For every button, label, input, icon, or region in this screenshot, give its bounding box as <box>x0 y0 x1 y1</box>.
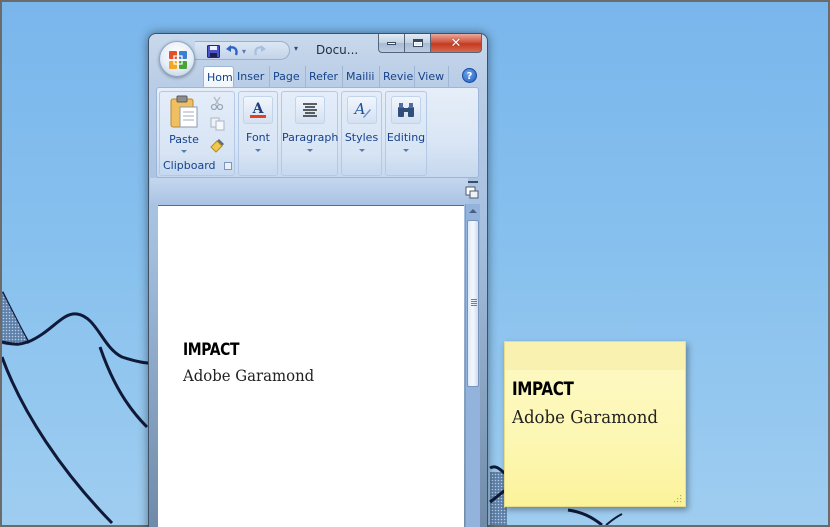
resize-grip-icon[interactable] <box>674 495 682 503</box>
undo-button[interactable] <box>225 43 239 59</box>
format-painter-button[interactable] <box>210 137 226 153</box>
tab-references[interactable]: Refer <box>306 66 343 87</box>
scroll-up-arrow-icon <box>469 209 477 213</box>
paragraph-group-label: Paragraph <box>282 131 339 144</box>
clipboard-dialog-launcher[interactable] <box>224 162 232 170</box>
cut-button[interactable] <box>210 95 226 111</box>
editing-group[interactable]: Editing <box>385 91 427 176</box>
font-dropdown-arrow <box>255 149 261 152</box>
grip-line <box>471 305 477 306</box>
document-top-strip <box>150 178 468 205</box>
document-text-impact: IMPACT <box>183 340 240 360</box>
font-group-label: Font <box>246 131 270 144</box>
close-button[interactable]: ✕ <box>431 34 482 53</box>
font-group[interactable]: A Font <box>238 91 278 176</box>
copy-button[interactable] <box>210 116 226 132</box>
minimize-button[interactable] <box>378 34 405 53</box>
styles-icon: A <box>352 100 371 118</box>
format-painter-icon <box>210 139 224 153</box>
paragraph-button[interactable] <box>294 96 325 124</box>
tab-review[interactable]: Revie <box>380 66 415 87</box>
close-icon: ✕ <box>450 35 462 51</box>
tab-page-layout[interactable]: Page <box>270 66 306 87</box>
view-ruler-icon[interactable] <box>465 186 479 199</box>
ribbon-home-panel: Paste Clipboard A Font Paragraph A Style… <box>156 87 479 178</box>
styles-button[interactable]: A <box>346 96 377 124</box>
save-icon <box>206 44 220 58</box>
paragraph-dropdown-arrow <box>306 149 313 152</box>
cut-icon <box>210 96 224 111</box>
word-window: ▾ ▾ Docu... ✕ Hom Inser Page Refer Maili… <box>148 33 488 527</box>
customize-quick-access-button[interactable]: ▾ <box>294 44 298 53</box>
sticky-note[interactable]: IMPACT Adobe Garamond <box>504 341 686 507</box>
minimize-icon <box>387 41 396 45</box>
editing-group-label: Editing <box>386 131 426 144</box>
ribbon-tabs: Home Inser Page Refer Mailii Revie View <box>203 66 449 88</box>
scroll-thumb[interactable] <box>467 220 479 387</box>
quick-access-toolbar: ▾ <box>195 41 290 60</box>
grip-line <box>471 299 477 300</box>
save-button[interactable] <box>205 43 221 59</box>
tab-view[interactable]: View <box>415 66 449 87</box>
styles-group[interactable]: A Styles <box>341 91 382 176</box>
sticky-note-header[interactable] <box>505 342 685 370</box>
sticky-text-impact: IMPACT <box>512 378 574 400</box>
grip-line <box>471 301 477 302</box>
undo-icon <box>225 45 238 56</box>
redo-icon <box>254 45 266 56</box>
editing-button[interactable] <box>391 96 421 124</box>
tab-mailings[interactable]: Mailii <box>343 66 380 87</box>
window-title: Docu... <box>316 43 359 57</box>
paste-button[interactable]: Paste <box>163 94 205 154</box>
paste-label: Paste <box>169 133 199 146</box>
office-button[interactable] <box>159 41 195 77</box>
help-button[interactable]: ? <box>462 68 477 83</box>
sticky-text-garamond: Adobe Garamond <box>512 407 659 428</box>
document-page[interactable]: IMPACT Adobe Garamond <box>158 205 464 527</box>
clipboard-group-label: Clipboard <box>163 159 216 172</box>
redo-button[interactable] <box>253 43 267 59</box>
maximize-button[interactable] <box>405 34 431 53</box>
caption-buttons: ✕ <box>378 34 484 54</box>
ruler-toggle-bar[interactable] <box>468 181 478 183</box>
scroll-up-button[interactable] <box>466 204 480 218</box>
tab-insert[interactable]: Inser <box>234 66 270 87</box>
office-logo-icon <box>169 51 187 69</box>
paste-dropdown-arrow <box>181 150 187 153</box>
grip-line <box>471 303 477 304</box>
paragraph-group[interactable]: Paragraph <box>281 91 338 176</box>
align-center-icon <box>302 103 317 117</box>
title-bar[interactable]: ▾ ▾ Docu... ✕ <box>149 34 487 64</box>
paste-icon <box>170 95 198 128</box>
svg-text:A: A <box>352 100 365 118</box>
document-text-garamond: Adobe Garamond <box>183 366 315 385</box>
copy-icon <box>210 117 225 131</box>
maximize-icon <box>412 39 423 47</box>
styles-dropdown-arrow <box>358 149 365 152</box>
styles-group-label: Styles <box>344 131 379 144</box>
clipboard-group: Paste Clipboard <box>159 91 235 176</box>
font-button[interactable]: A <box>243 96 273 124</box>
tab-home[interactable]: Home <box>203 66 234 88</box>
font-color-icon: A <box>250 101 266 118</box>
undo-dropdown[interactable]: ▾ <box>240 43 248 59</box>
binoculars-icon <box>398 103 414 117</box>
svg-text:A: A <box>252 101 265 117</box>
vertical-scrollbar[interactable] <box>465 204 480 527</box>
editing-dropdown-arrow <box>403 149 409 152</box>
